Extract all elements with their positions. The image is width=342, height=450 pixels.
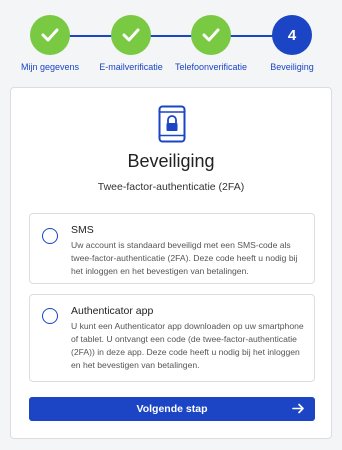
option-authenticator-app[interactable]: Authenticator app U kunt een Authenticat…: [29, 294, 315, 382]
page-title: Beveiliging: [127, 151, 215, 171]
authenticator-radio[interactable]: [42, 308, 58, 324]
step-beveiliging: 4 Beveiliging: [252, 15, 332, 72]
step-number: 4: [272, 15, 312, 55]
check-icon: [111, 15, 151, 55]
security-card: Beveiliging Twee-factor-authenticatie (2…: [10, 87, 332, 439]
step-e-mailverificatie: E-mailverificatie: [91, 15, 171, 72]
check-icon: [30, 15, 70, 55]
option-title: Authenticator app: [71, 305, 154, 317]
step-label: Mijn gegevens: [20, 62, 80, 72]
sms-radio[interactable]: [42, 228, 58, 244]
step-label: E-mailverificatie: [99, 62, 163, 72]
step-label: Beveiliging: [270, 62, 314, 72]
page-subtitle: Twee-factor-authenticatie (2FA): [97, 181, 245, 193]
step-telefoonverificatie: Telefoonverificatie: [171, 15, 251, 72]
progress-stepper: Mijn gegevens E-mailverificatie Telefoon…: [0, 0, 342, 80]
next-step-button[interactable]: Volgende stap: [29, 397, 315, 421]
arrow-right-icon: [292, 402, 305, 415]
check-icon: [191, 15, 231, 55]
step-mijn-gegevens: Mijn gegevens: [10, 15, 90, 72]
option-title: SMS: [71, 224, 94, 236]
next-step-label: Volgende stap: [136, 403, 208, 415]
step-label: Telefoonverificatie: [174, 62, 248, 72]
option-sms[interactable]: SMS Uw account is standaard beveiligd me…: [29, 213, 315, 284]
phone-lock-icon: [158, 105, 186, 143]
option-description: Uw account is standaard beveiligd met ee…: [71, 240, 298, 276]
option-description: U kunt een Authenticator app downloaden …: [71, 321, 304, 370]
